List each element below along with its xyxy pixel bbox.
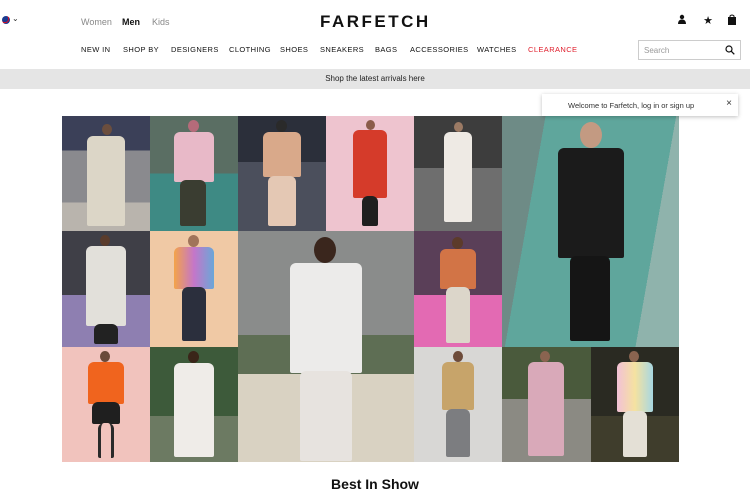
nav-shoes[interactable]: SHOES (280, 45, 308, 54)
gender-men[interactable]: Men (122, 17, 140, 27)
runway-photo[interactable] (502, 116, 679, 347)
close-icon[interactable]: × (726, 98, 732, 109)
gender-kids[interactable]: Kids (152, 17, 170, 27)
bag-icon[interactable] (725, 14, 739, 28)
gender-women[interactable]: Women (81, 17, 112, 27)
section-title: Best In Show (331, 476, 419, 492)
runway-photo[interactable] (414, 347, 502, 462)
search-placeholder: Search (644, 46, 670, 55)
runway-photo[interactable] (62, 116, 150, 231)
promo-banner[interactable]: Shop the latest arrivals here (0, 69, 750, 89)
runway-photo[interactable] (238, 231, 414, 462)
nav-watches[interactable]: WATCHES (477, 45, 516, 54)
runway-photo[interactable] (502, 347, 591, 462)
login-tooltip[interactable]: Welcome to Farfetch, log in or sign up × (542, 94, 738, 116)
nav-new-in[interactable]: NEW IN (81, 45, 110, 54)
nav-clothing[interactable]: CLOTHING (229, 45, 271, 54)
user-icon[interactable] (675, 14, 689, 28)
runway-photo[interactable] (414, 116, 502, 231)
search-icon[interactable] (725, 45, 735, 55)
site-logo[interactable]: FARFETCH (320, 12, 431, 32)
chevron-down-icon[interactable]: ⌄ (12, 14, 19, 23)
runway-photo[interactable] (150, 347, 238, 462)
runway-photo[interactable] (326, 116, 414, 231)
nav-designers[interactable]: DESIGNERS (171, 45, 219, 54)
region-flag-icon[interactable] (2, 16, 10, 24)
runway-photo[interactable] (62, 347, 150, 462)
search-input[interactable]: Search (638, 40, 741, 60)
runway-photo[interactable] (62, 231, 150, 347)
nav-accessories[interactable]: ACCESSORIES (410, 45, 469, 54)
runway-photo[interactable] (591, 347, 679, 462)
nav-sneakers[interactable]: SNEAKERS (320, 45, 364, 54)
promo-banner-text: Shop the latest arrivals here (325, 74, 425, 83)
nav-clearance[interactable]: CLEARANCE (528, 45, 577, 54)
runway-photo[interactable] (150, 116, 238, 231)
runway-photo[interactable] (238, 116, 326, 231)
runway-photo[interactable] (150, 231, 238, 347)
star-icon[interactable]: ★ (701, 14, 715, 28)
login-tooltip-text[interactable]: Welcome to Farfetch, log in or sign up (568, 101, 694, 110)
runway-photo[interactable] (414, 231, 502, 347)
nav-shop-by[interactable]: SHOP BY (123, 45, 159, 54)
nav-bags[interactable]: BAGS (375, 45, 397, 54)
